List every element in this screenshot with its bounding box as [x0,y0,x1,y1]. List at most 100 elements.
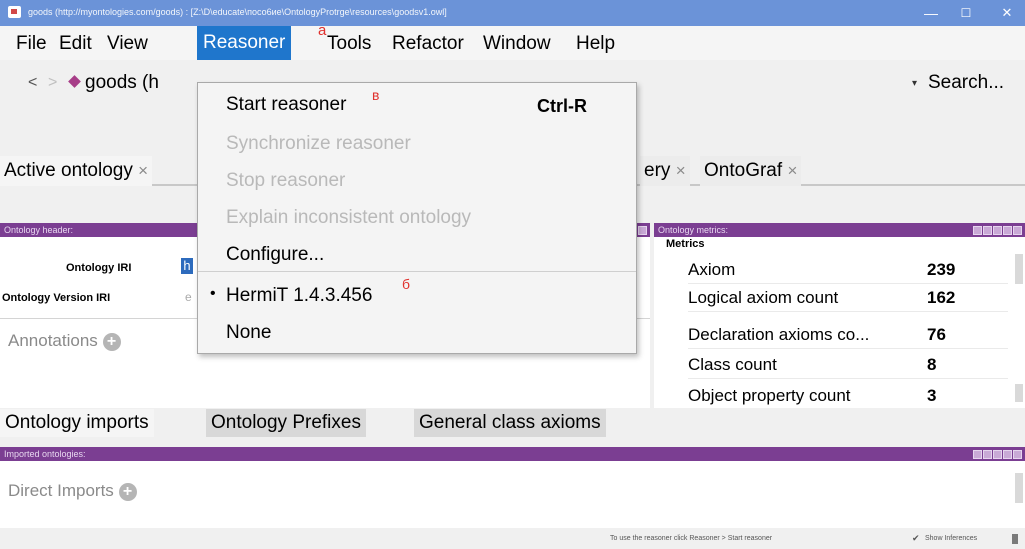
add-import-icon[interactable]: + [118,482,137,501]
menu-view[interactable]: View [107,33,148,55]
annotations-label: Annotations [8,331,98,350]
minimize-button[interactable]: — [918,4,944,22]
annotation-mark-v: в [372,87,380,103]
panel-pin-icon[interactable] [973,226,982,235]
imported-ontologies-panel: Direct Imports + [0,461,1025,528]
menu-edit[interactable]: Edit [59,33,92,55]
close-tab-icon[interactable]: × [138,161,148,180]
menu-reasoner[interactable]: Reasoner [197,26,292,60]
status-indicator-icon [1012,534,1018,544]
panel-pin-icon[interactable] [638,226,647,235]
close-tab-icon[interactable]: × [787,161,797,180]
menu-synchronize-reasoner[interactable]: Synchronize reasoner [226,133,411,155]
ontology-icon [68,75,81,88]
lower-tabs: Ontology imports Ontology Prefixes Gener… [0,409,1025,437]
menu-separator [198,271,636,272]
metric-label: Declaration axioms co... [688,325,870,344]
menu-bar: File Edit View Reasoner a Tools Refactor… [0,22,1025,60]
menu-reasoner-hermit[interactable]: HermiT 1.4.3.456 [226,285,372,307]
ontology-metrics-panel-title: Ontology metrics: [654,223,1025,237]
menu-stop-reasoner[interactable]: Stop reasoner [226,170,345,192]
metric-value: 76 [927,325,946,344]
close-tab-icon[interactable]: × [676,161,686,180]
metric-row: Object property count 3 [688,384,1008,408]
back-button[interactable]: < [28,74,37,92]
tab-active-ontology[interactable]: Active ontology × [0,156,153,186]
panel-title: Ontology header: [4,225,74,235]
ontology-version-iri-label: Ontology Version IRI [2,292,111,304]
tab-ontology-prefixes[interactable]: Ontology Prefixes [206,409,367,437]
metric-row: Logical axiom count 162 [688,286,1008,312]
metrics-heading: Metrics [666,238,705,250]
panel-minimize-icon[interactable] [993,226,1002,235]
forward-button[interactable]: > [48,74,57,92]
panel-maximize-icon[interactable] [1003,450,1012,459]
panel-controls [972,449,1022,459]
show-inferences-label: Show Inferences [925,535,978,542]
menu-refactor[interactable]: Refactor [392,33,464,55]
tab-label: ery [644,160,671,181]
close-window-button[interactable]: ✕ [994,4,1020,22]
metric-row: Declaration axioms co... 76 [688,323,1008,349]
metric-value: 3 [927,386,937,405]
panel-title: Imported ontologies: [4,449,86,459]
menu-start-reasoner[interactable]: Start reasoner [226,94,346,116]
tab-label: Active ontology [4,160,133,181]
annotation-mark-a: a [318,22,327,39]
metric-label: Object property count [688,386,851,405]
menu-file[interactable]: File [16,33,47,55]
panel-minimize-icon[interactable] [993,450,1002,459]
annotation-mark-b: б [402,276,411,292]
selected-reasoner-bullet: • [210,285,216,302]
imports-scrollbar[interactable] [1015,473,1023,503]
show-inferences-checkbox[interactable]: ✔ [912,533,920,544]
ontology-iri-label: Ontology IRI [66,262,132,274]
menu-reasoner-none[interactable]: None [226,322,271,344]
panel-controls [637,225,647,235]
tab-ontology-imports[interactable]: Ontology imports [0,409,155,437]
add-annotation-icon[interactable]: + [102,332,121,351]
panel-close-icon[interactable] [1013,450,1022,459]
tab-query[interactable]: ery × [640,156,690,186]
status-bar: To use the reasoner click Reasoner > Sta… [0,531,1025,549]
panel-split-icon[interactable] [983,226,992,235]
title-bar: goods (http://myontologies.com/goods) : … [0,0,1025,26]
status-hint: To use the reasoner click Reasoner > Sta… [610,535,773,542]
menu-help[interactable]: Help [576,33,615,55]
tab-ontograf[interactable]: OntoGraf × [700,156,802,186]
menu-configure[interactable]: Configure... [226,244,324,266]
metric-row: Axiom 239 [688,258,1008,284]
menu-explain-inconsistent[interactable]: Explain inconsistent ontology [226,207,471,229]
panel-pin-icon[interactable] [973,450,982,459]
direct-imports-row: Direct Imports + [8,481,137,501]
metric-label: Axiom [688,260,736,279]
direct-imports-label: Direct Imports [8,481,114,500]
metric-value: 8 [927,355,937,374]
metric-label: Class count [688,355,777,374]
active-ontology-selector[interactable]: goods (h [85,72,159,94]
search-field[interactable]: Search... [928,72,1004,94]
menu-window[interactable]: Window [483,33,551,55]
panel-close-icon[interactable] [1013,226,1022,235]
tab-general-class-axioms[interactable]: General class axioms [414,409,607,437]
imported-ontologies-panel-title: Imported ontologies: [0,447,1025,461]
start-reasoner-shortcut: Ctrl-R [537,96,587,116]
metric-value: 162 [927,288,956,307]
panel-split-icon[interactable] [983,450,992,459]
app-logo-icon [8,6,21,18]
ontology-iri-field[interactable]: h [181,258,193,274]
reasoner-menu: Start reasoner в Ctrl-R Synchronize reas… [197,82,637,354]
panel-maximize-icon[interactable] [1003,226,1012,235]
annotations-row: Annotations + [8,331,121,351]
metrics-scrollbar-end[interactable] [1015,384,1023,402]
metrics-scrollbar[interactable] [1015,254,1023,284]
panel-title: Ontology metrics: [658,225,729,235]
ontology-version-iri-field[interactable]: e [185,290,192,304]
metric-row: Class count 8 [688,353,1008,379]
panel-controls [972,225,1022,235]
metric-label: Logical axiom count [688,288,839,307]
metric-value: 239 [927,260,956,279]
search-dropdown-icon[interactable]: ▾ [912,78,917,89]
menu-tools[interactable]: Tools [327,33,371,55]
maximize-button[interactable]: ☐ [953,4,979,22]
